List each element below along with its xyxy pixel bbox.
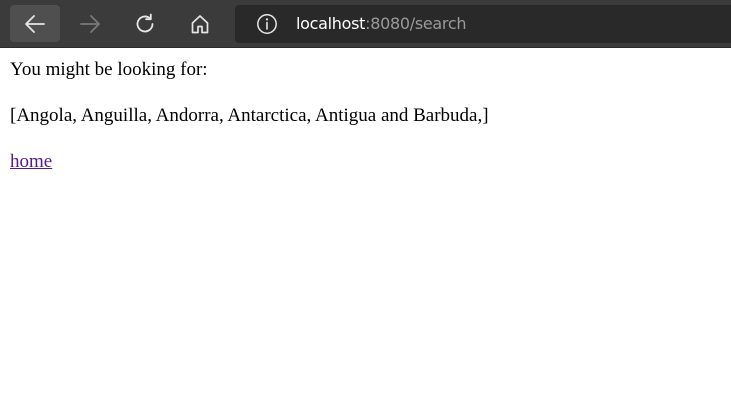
browser-toolbar: localhost:8080/search: [0, 0, 731, 48]
info-icon[interactable]: [256, 13, 278, 35]
forward-button[interactable]: [65, 5, 115, 42]
intro-text: You might be looking for:: [10, 59, 208, 80]
arrow-right-icon: [80, 14, 100, 33]
url-path: :8080/search: [365, 14, 467, 33]
search-results: [Angola, Anguilla, Andorra, Antarctica, …: [10, 105, 489, 126]
refresh-icon: [136, 13, 154, 32]
home-link[interactable]: home: [10, 151, 52, 172]
arrow-left-icon: [25, 14, 45, 33]
home-button[interactable]: [175, 5, 225, 42]
address-bar[interactable]: localhost:8080/search: [235, 5, 731, 43]
page-content: You might be looking for: [Angola, Angui…: [10, 58, 710, 196]
back-button[interactable]: [10, 5, 60, 42]
refresh-button[interactable]: [120, 5, 170, 42]
home-icon: [191, 14, 209, 33]
url-text[interactable]: localhost:8080/search: [296, 13, 466, 35]
url-host: localhost: [296, 14, 366, 33]
